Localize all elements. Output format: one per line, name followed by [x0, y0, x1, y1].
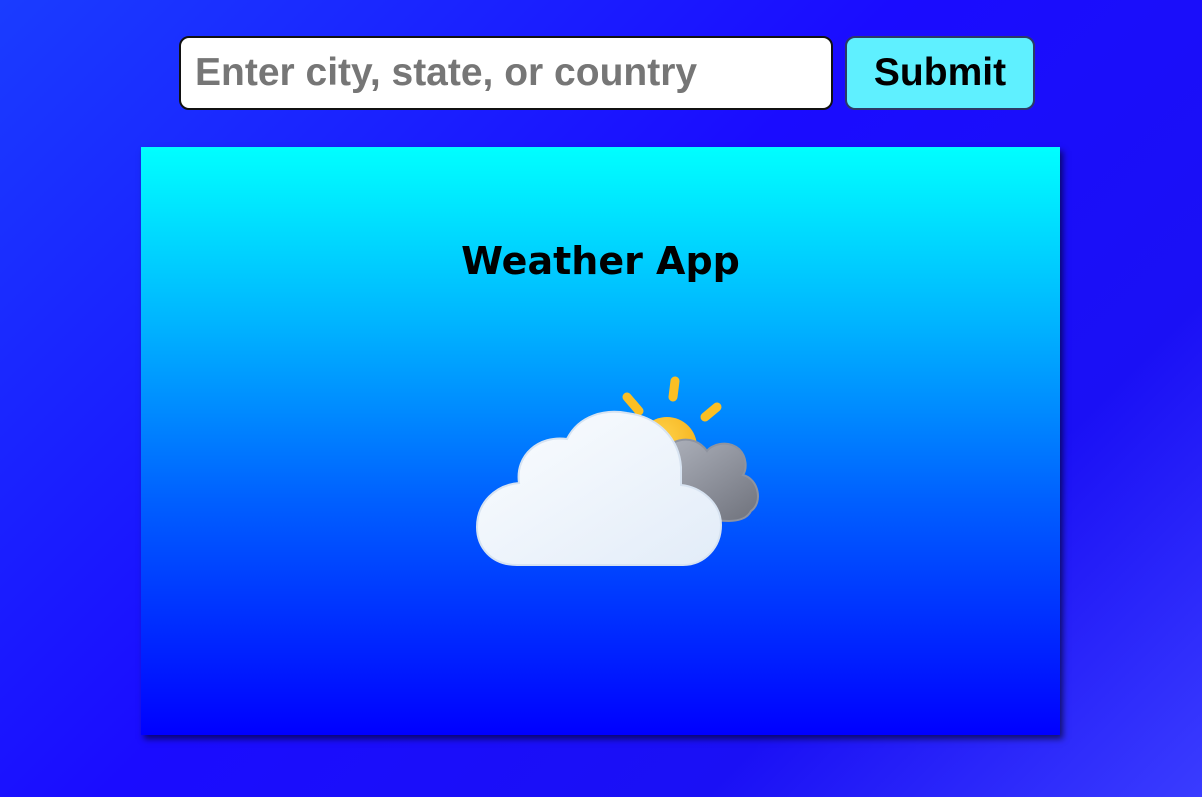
- search-form: Submit: [179, 36, 1035, 110]
- weather-card: Weather App: [141, 147, 1060, 735]
- submit-button[interactable]: Submit: [845, 36, 1035, 110]
- city-search-input[interactable]: [179, 36, 833, 110]
- card-title: Weather App: [461, 239, 740, 283]
- partly-cloudy-icon: [475, 376, 759, 566]
